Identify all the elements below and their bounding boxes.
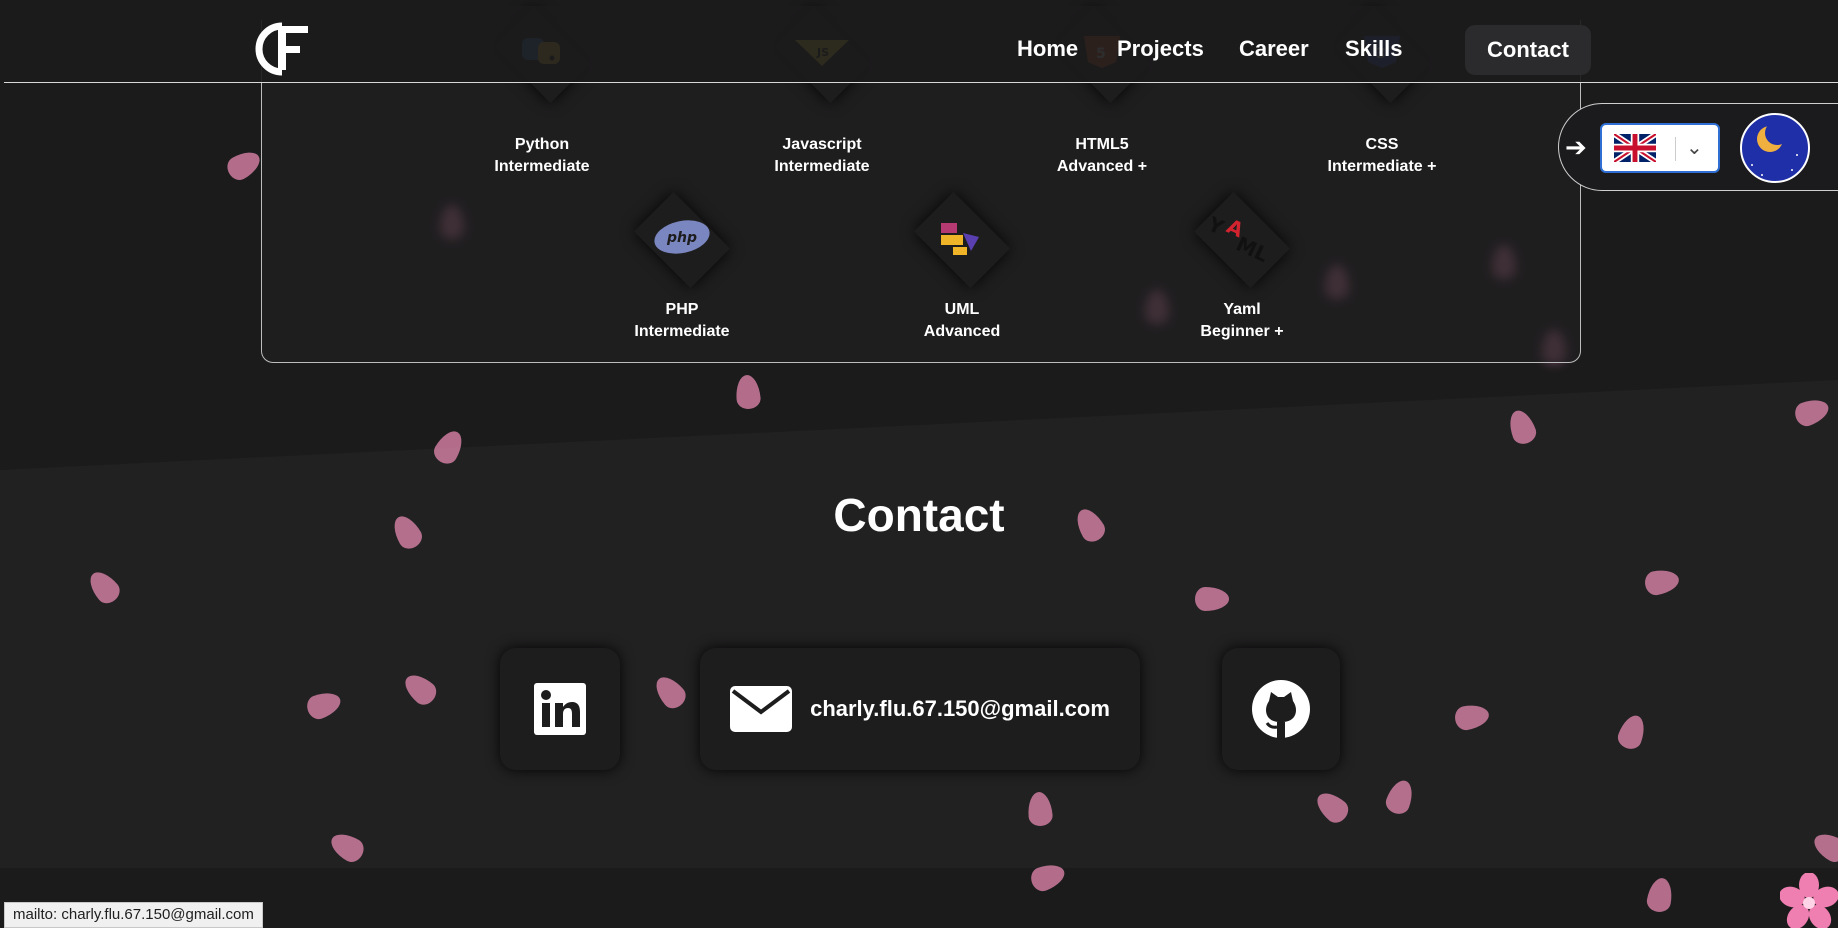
petal: [326, 828, 368, 866]
skill-name: Python: [514, 136, 570, 153]
nav-contact-label: Contact: [1487, 37, 1569, 62]
skill-tile: [882, 185, 1042, 295]
sakura-flower-icon[interactable]: [1780, 873, 1838, 928]
skill-name: UML: [944, 301, 980, 318]
petal: [1026, 791, 1054, 827]
footer-band: [0, 868, 1838, 928]
petal: [83, 566, 125, 608]
nav-link-home[interactable]: Home: [1017, 36, 1078, 62]
skill-tile: php: [602, 185, 762, 295]
site-logo-icon[interactable]: [252, 20, 316, 78]
svg-text:php: php: [666, 230, 697, 246]
petal: [1382, 776, 1418, 818]
petal: [399, 668, 441, 710]
skill-level: Intermediate: [494, 158, 590, 175]
skill-level: Advanced: [923, 323, 1001, 340]
skill-level: Advanced +: [1056, 158, 1148, 175]
chevron-down-icon: ⌄: [1686, 135, 1703, 159]
language-select[interactable]: ⌄: [1600, 123, 1720, 173]
petal: [1809, 828, 1838, 866]
nav-link-skills[interactable]: Skills: [1345, 36, 1402, 62]
petal: [1643, 567, 1681, 597]
github-button[interactable]: [1222, 648, 1340, 770]
petal: [1195, 587, 1229, 611]
skill-name: PHP: [665, 301, 699, 318]
skill-level: Beginner +: [1200, 323, 1284, 340]
browser-status-bar: mailto: charly.flu.67.150@gmail.com: [4, 902, 263, 928]
petal: [1311, 786, 1353, 828]
skill-tile: Y A ML: [1162, 185, 1322, 295]
skill-php: php PHP Intermediate: [592, 185, 772, 345]
uk-flag-icon: [1614, 134, 1656, 162]
petal: [649, 671, 691, 713]
skill-name: CSS: [1365, 136, 1399, 153]
mail-icon: [730, 686, 793, 732]
skill-name: Yaml: [1223, 301, 1261, 318]
skill-name: HTML5: [1075, 136, 1129, 153]
nav-link-career[interactable]: Career: [1239, 36, 1309, 62]
yaml-logo-icon: Y A ML: [1203, 215, 1272, 265]
skill-yaml: Y A ML Yaml Beginner +: [1152, 185, 1332, 345]
skill-uml: UML Advanced: [872, 185, 1052, 345]
navbar: Home Projects Career Skills Contact: [4, 6, 1838, 83]
skill-level: Intermediate +: [1327, 158, 1437, 175]
petal: [1614, 711, 1650, 753]
arrow-right-icon[interactable]: ➔: [1565, 133, 1587, 163]
skill-level: Intermediate: [774, 158, 870, 175]
petal: [1791, 394, 1833, 430]
nav-link-projects[interactable]: Projects: [1117, 36, 1204, 62]
contact-title: Contact: [833, 489, 1005, 541]
php-logo-icon: php: [654, 220, 710, 254]
linkedin-button[interactable]: [500, 648, 620, 770]
nav-contact-button[interactable]: Contact: [1465, 25, 1591, 75]
email-address: charly.flu.67.150@gmail.com: [810, 696, 1110, 721]
theme-toggle-button[interactable]: [1740, 113, 1810, 183]
skill-name: Javascript: [782, 136, 862, 153]
uml-logo-icon: [941, 223, 979, 255]
skill-level: Intermediate: [634, 323, 730, 340]
petal: [1453, 702, 1491, 732]
linkedin-icon: [534, 683, 586, 735]
github-icon: [1252, 680, 1310, 738]
petal: [1504, 406, 1540, 448]
email-button[interactable]: charly.flu.67.150@gmail.com: [700, 648, 1140, 770]
petal: [303, 687, 345, 723]
